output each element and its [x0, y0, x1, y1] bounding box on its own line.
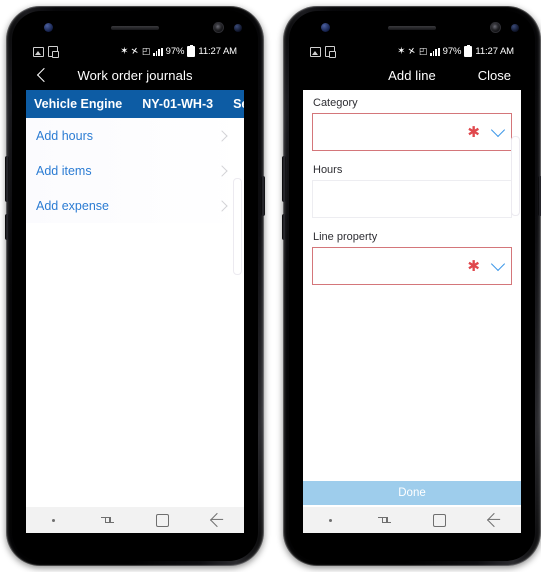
wifi-icon: ◰: [418, 46, 428, 56]
back-arrow-icon: [486, 512, 501, 528]
list-item-add-expense[interactable]: Add expense: [26, 188, 244, 223]
required-asterisk-icon: ✱: [467, 257, 480, 275]
add-line-form: Category ✱ Hours Line property ✱ Done: [303, 90, 521, 505]
signal-icon: [153, 47, 163, 56]
recents-button[interactable]: [81, 515, 136, 525]
iris-sensor-icon: [321, 23, 330, 32]
proximity-sensor-icon: [234, 24, 242, 32]
chevron-right-icon: [216, 164, 228, 177]
sensor-bar: [12, 21, 258, 35]
mute-icon: ✕: [130, 45, 140, 57]
status-bar: ✶ ✕ ◰ 97% 11:27 AM: [26, 43, 244, 60]
status-bar: ✶ ✕ ◰ 97% 11:27 AM: [303, 43, 521, 60]
battery-icon: [464, 44, 473, 57]
power-button[interactable]: [261, 176, 265, 216]
document-icon: [325, 46, 336, 58]
home-icon: [155, 513, 169, 527]
clock-label: 11:27 AM: [198, 46, 237, 57]
line-property-label: Line property: [313, 231, 378, 243]
clock-label: 11:27 AM: [475, 46, 514, 57]
page-title: Work order journals: [77, 67, 193, 83]
battery-icon: [187, 44, 196, 57]
document-icon: [48, 46, 59, 58]
bixby-button[interactable]: [5, 214, 9, 240]
done-button[interactable]: Done: [303, 481, 521, 505]
wifi-icon: ◰: [141, 46, 151, 56]
chevron-down-icon[interactable]: [490, 256, 506, 272]
phone-bezel: ✶ ✕ ◰ 97% 11:27 AM Work order journals V…: [12, 11, 258, 561]
nav-dot: [26, 518, 81, 522]
home-button[interactable]: [412, 513, 467, 527]
back-button[interactable]: [467, 512, 522, 528]
status-bar-left: [310, 46, 336, 58]
list-item-label: Add items: [36, 163, 92, 178]
status-bar-left: [33, 46, 59, 58]
front-camera-icon: [490, 22, 501, 33]
back-arrow-icon: [209, 512, 224, 528]
screen-right: ✶ ✕ ◰ 97% 11:27 AM Add line Close Catego…: [303, 43, 521, 533]
context-vehicle: Vehicle Engine: [34, 97, 123, 111]
context-id: NY-01-WH-3: [142, 97, 214, 111]
iris-sensor-icon: [44, 23, 53, 32]
android-nav-bar: [26, 507, 244, 533]
close-button[interactable]: Close: [478, 68, 511, 83]
context-band: Vehicle Engine NY-01-WH-3 Service: [26, 90, 244, 118]
front-camera-icon: [213, 22, 224, 33]
category-dropdown[interactable]: ✱: [312, 113, 512, 151]
context-service: Service: [233, 97, 244, 111]
recents-icon: [378, 515, 392, 525]
signal-icon: [430, 47, 440, 56]
app-bar-right: Add line Close: [303, 60, 521, 90]
list-item-label: Add hours: [36, 128, 93, 143]
status-bar-right: ✶ ✕ ◰ 97% 11:27 AM: [397, 44, 514, 57]
nav-dot: [303, 518, 358, 522]
line-property-dropdown[interactable]: ✱: [312, 247, 512, 285]
journal-list: Add hours Add items Add expense: [26, 118, 244, 533]
back-button[interactable]: [190, 512, 245, 528]
battery-percent-label: 97%: [442, 46, 462, 57]
image-icon: [33, 46, 44, 57]
image-icon: [310, 46, 321, 57]
scrollbar[interactable]: [233, 178, 242, 275]
scrollbar[interactable]: [511, 136, 520, 216]
phone-device-left: ✶ ✕ ◰ 97% 11:27 AM Work order journals V…: [5, 6, 265, 566]
recents-button[interactable]: [358, 515, 413, 525]
proximity-sensor-icon: [511, 24, 519, 32]
app-bar-left: Work order journals: [26, 60, 244, 90]
chevron-right-icon: [216, 199, 228, 212]
battery-percent-label: 97%: [165, 46, 185, 57]
list-item-add-items[interactable]: Add items: [26, 153, 244, 188]
sensor-bar: [289, 21, 535, 35]
status-bar-right: ✶ ✕ ◰ 97% 11:27 AM: [120, 44, 237, 57]
list-item-add-hours[interactable]: Add hours: [26, 118, 244, 153]
hours-label: Hours: [313, 164, 343, 176]
home-icon: [432, 513, 446, 527]
list-item-label: Add expense: [36, 198, 109, 213]
volume-button[interactable]: [5, 156, 9, 202]
android-nav-bar: [303, 507, 521, 533]
bixby-button[interactable]: [282, 214, 286, 240]
home-button[interactable]: [135, 513, 190, 527]
hours-input[interactable]: [312, 180, 512, 218]
volume-button[interactable]: [282, 156, 286, 202]
mute-icon: ✕: [407, 45, 417, 57]
bluetooth-icon: ✶: [397, 45, 406, 57]
earpiece-speaker: [388, 26, 436, 30]
screen-left: ✶ ✕ ◰ 97% 11:27 AM Work order journals V…: [26, 43, 244, 533]
category-label: Category: [313, 97, 358, 109]
screenshot-stage: ✶ ✕ ◰ 97% 11:27 AM Work order journals V…: [0, 0, 541, 572]
earpiece-speaker: [111, 26, 159, 30]
phone-device-right: ✶ ✕ ◰ 97% 11:27 AM Add line Close Catego…: [282, 6, 541, 566]
bluetooth-icon: ✶: [120, 45, 129, 57]
phone-bezel: ✶ ✕ ◰ 97% 11:27 AM Add line Close Catego…: [289, 11, 535, 561]
required-asterisk-icon: ✱: [467, 123, 480, 141]
chevron-right-icon: [216, 129, 228, 142]
chevron-down-icon[interactable]: [490, 122, 506, 138]
recents-icon: [101, 515, 115, 525]
